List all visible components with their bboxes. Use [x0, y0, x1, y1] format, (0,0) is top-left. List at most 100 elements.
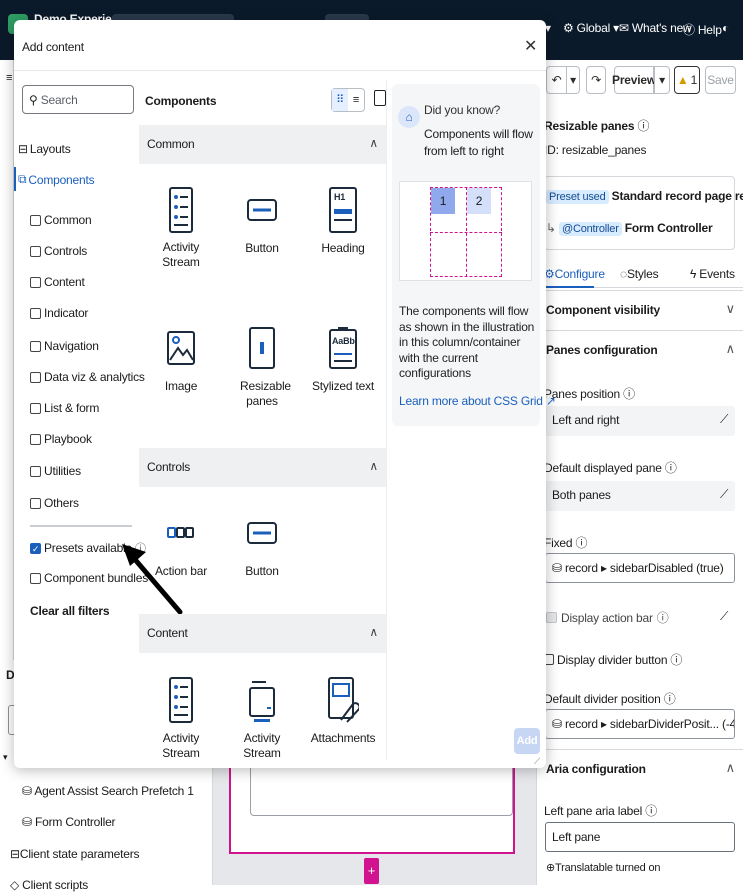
info-icon[interactable]: ⓘ [576, 536, 588, 550]
component-activity-stream-content-2[interactable]: Activity Stream [221, 675, 303, 757]
component-stylized-text[interactable]: AaBb Stylized text [302, 323, 384, 394]
grid-view-icon[interactable]: ⠿ [332, 89, 348, 111]
filter-label: Content [44, 275, 85, 289]
database-icon: ⛁ [552, 561, 562, 575]
checkbox-checked[interactable]: ✓ [30, 542, 41, 554]
checkbox[interactable] [30, 214, 41, 226]
preview-button[interactable]: Preview [612, 66, 656, 94]
add-component-icon[interactable]: + [364, 858, 379, 884]
checkbox[interactable] [30, 497, 41, 509]
scope-selector[interactable]: ⚙ Global ▾ [563, 21, 619, 35]
close-icon[interactable]: ✕ [524, 36, 537, 56]
filter-data-viz[interactable]: Data viz & analytics [30, 370, 145, 384]
checkbox[interactable] [30, 402, 41, 414]
resize-handle-icon[interactable]: ⟋ [534, 756, 540, 767]
checkbox[interactable] [30, 340, 41, 352]
fixed-binding-field[interactable]: ⛁ record ▸ sidebarDisabled (true) [545, 553, 735, 583]
panes-position-field[interactable]: Left and right [545, 406, 735, 436]
left-aria-input[interactable]: Left pane [545, 822, 735, 852]
component-activity-stream[interactable]: Activity Stream [140, 185, 222, 270]
component-resizable-panes[interactable]: Resizable panes [221, 323, 303, 409]
bind-data-icon[interactable]: ⟋ [720, 487, 728, 502]
info-icon[interactable]: ⓘ [645, 804, 657, 818]
tab-styles-label: Styles [626, 267, 659, 281]
filter-indicator[interactable]: Indicator [30, 306, 88, 320]
undo-button[interactable]: ↶ [546, 66, 566, 94]
filter-common[interactable]: Common [30, 213, 92, 227]
warnings-button[interactable]: ▲ 1 [674, 66, 700, 94]
tree-item-label: Client state parameters [19, 847, 140, 861]
filter-others[interactable]: Others [30, 496, 79, 510]
component-image[interactable]: Image [140, 323, 222, 394]
group-content-header[interactable]: Content ∧ [139, 614, 386, 653]
button-icon [221, 508, 303, 558]
group-common-header[interactable]: Common ∧ [139, 125, 386, 164]
checkbox[interactable] [30, 433, 41, 445]
theme-toggle-icon[interactable]: ◐ [722, 21, 729, 35]
component-heading[interactable]: H1 Heading [302, 185, 384, 256]
tab-configure[interactable]: ⚙Configure [544, 267, 605, 288]
info-icon[interactable]: ⓘ [623, 387, 635, 401]
info-icon[interactable]: ⓘ [664, 692, 676, 706]
component-attachments[interactable]: Attachments [302, 675, 384, 757]
component-activity-stream-content[interactable]: Activity Stream [140, 675, 222, 757]
info-icon[interactable]: ⓘ [670, 651, 682, 668]
component-visibility-section[interactable]: Component visibility ∨ [536, 290, 743, 330]
filter-controls[interactable]: Controls [30, 244, 87, 258]
chevron-up-icon: ∧ [369, 459, 378, 473]
undo-menu-chevron-icon[interactable]: ▾ [566, 66, 580, 94]
checkbox[interactable] [30, 307, 41, 319]
bind-data-icon[interactable]: ⟋ [720, 412, 728, 427]
info-icon[interactable]: ⓘ [665, 461, 677, 475]
save-button[interactable]: Save [705, 66, 736, 94]
nav-layouts[interactable]: ⊟ Layouts [18, 142, 71, 156]
collapse-chevron-icon[interactable]: ▾ [3, 752, 8, 763]
scope-label: Global [576, 21, 611, 35]
filter-navigation[interactable]: Navigation [30, 339, 99, 353]
info-icon[interactable]: ⓘ [657, 609, 669, 626]
checkbox[interactable] [30, 465, 41, 477]
display-action-bar-row[interactable]: Display action bar ⓘ [546, 609, 669, 626]
filter-playbook[interactable]: Playbook [30, 432, 92, 446]
display-action-bar-checkbox[interactable] [546, 612, 557, 623]
collapse-panel-icon[interactable] [374, 90, 386, 106]
default-pane-field[interactable]: Both panes [545, 481, 735, 511]
panes-configuration-section[interactable]: Panes configuration ∧ [536, 330, 743, 370]
preview-menu-chevron-icon[interactable]: ▾ [654, 66, 670, 94]
nav-components[interactable]: ⧉ Components [18, 172, 95, 187]
component-button[interactable]: Button [221, 185, 303, 256]
tree-item-client-scripts[interactable]: ◇ Client scripts [10, 878, 88, 892]
megaphone-icon: ✉ [619, 21, 629, 35]
list-view-icon[interactable]: ≡ [348, 89, 364, 111]
tab-styles[interactable]: ◌Styles [620, 267, 659, 281]
filter-list-form[interactable]: List & form [30, 401, 99, 415]
filter-content[interactable]: Content [30, 275, 85, 289]
tree-item-client-state[interactable]: ⊟Client state parameters [10, 847, 140, 861]
info-icon[interactable]: ⓘ [638, 119, 650, 133]
clear-filters-link[interactable]: Clear all filters [30, 604, 110, 618]
aria-configuration-section[interactable]: Aria configuration ∧ [536, 749, 743, 789]
add-button[interactable]: Add [514, 728, 540, 754]
tab-events[interactable]: ϟ Events [690, 267, 735, 281]
group-controls-header[interactable]: Controls ∧ [139, 448, 386, 487]
checkbox[interactable] [30, 245, 41, 257]
component-action-bar[interactable]: Action bar [140, 508, 222, 579]
css-grid-link[interactable]: Learn more about CSS Grid ↗ [399, 394, 556, 408]
default-divider-field[interactable]: ⛁ record ▸ sidebarDividerPosit... (-48px… [545, 709, 735, 739]
bind-data-icon[interactable]: ⟋ [720, 609, 728, 624]
component-button-2[interactable]: Button [221, 508, 303, 579]
checkbox[interactable] [30, 371, 41, 383]
display-divider-button-row[interactable]: Display divider button ⓘ [543, 651, 682, 668]
checkbox[interactable] [30, 572, 41, 584]
component-id: ID: resizable_panes [544, 143, 647, 157]
tree-item-form-controller[interactable]: ⛁ Form Controller [22, 815, 116, 829]
flow-illustration: 1 2 [399, 181, 532, 281]
redo-button[interactable]: ↷ [586, 66, 606, 94]
menu-icon[interactable]: ≡ [6, 72, 12, 84]
help-link[interactable]: ⓘ Help [683, 21, 722, 38]
tree-item-agent-assist[interactable]: ⛁ Agent Assist Search Prefetch 1 [22, 784, 194, 798]
search-input[interactable]: ⚲ Search [22, 85, 134, 114]
filter-utilities[interactable]: Utilities [30, 464, 81, 478]
checkbox[interactable] [30, 276, 41, 288]
whats-new-link[interactable]: ✉ What's new [619, 21, 692, 35]
